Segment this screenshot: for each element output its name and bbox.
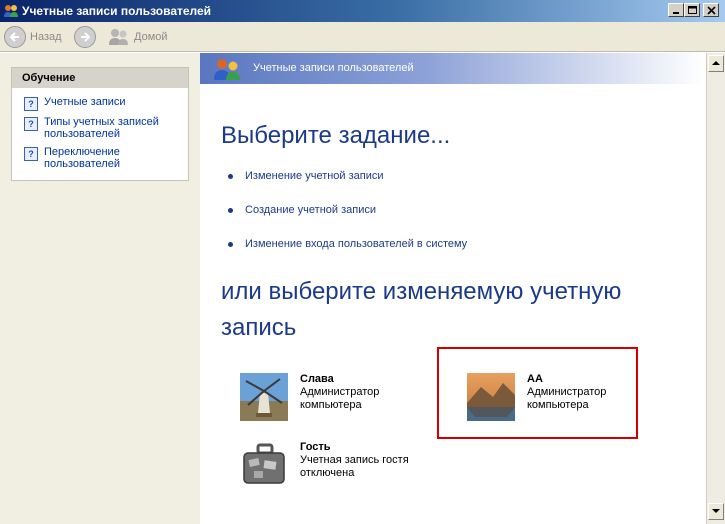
banner-title: Учетные записи пользователей (253, 62, 414, 74)
sidebar-item-account-types[interactable]: ? Типы учетных записей пользователей (24, 116, 172, 140)
vertical-scrollbar[interactable] (706, 53, 725, 524)
account-guest[interactable]: Гость Учетная запись гостя отключена (240, 441, 430, 491)
forward-arrow-icon (74, 26, 96, 48)
user-accounts-icon (214, 59, 240, 80)
back-arrow-icon (4, 26, 26, 48)
task-create-account[interactable]: Создание учетной записи (228, 204, 376, 216)
bullet-icon (228, 241, 233, 247)
learn-about-header: Обучение (12, 68, 188, 88)
pick-task-heading: Выберите задание... (221, 122, 451, 149)
bullet-icon (228, 173, 233, 179)
sidebar-item-label: Типы учетных записей пользователей (44, 116, 159, 140)
left-task-pane: Обучение ? Учетные записи ? Типы учетных… (0, 53, 200, 524)
navigation-toolbar: Назад Домой (0, 22, 725, 52)
pick-account-heading: или выберите изменяемую учетную запись (221, 278, 622, 341)
account-name: Слава (300, 373, 334, 385)
sidebar-item-label: Учетные записи (44, 96, 126, 108)
close-icon (707, 6, 716, 15)
maximize-icon (688, 6, 697, 14)
back-label: Назад (30, 31, 62, 43)
windmill-icon (240, 373, 288, 421)
back-button[interactable]: Назад (4, 25, 62, 49)
help-icon: ? (24, 117, 38, 131)
user-accounts-icon (4, 5, 18, 17)
section-banner: Учетные записи пользователей (200, 53, 705, 84)
forward-button[interactable] (74, 25, 100, 49)
help-icon: ? (24, 97, 38, 111)
sidebar-item-user-accounts[interactable]: ? Учетные записи (24, 96, 172, 111)
account-slava[interactable]: Слава Администратор компьютера (240, 373, 430, 423)
account-description: Учетная запись гостя отключена (300, 454, 409, 479)
arrow-up-icon (712, 61, 720, 65)
minimize-button[interactable] (668, 3, 684, 17)
account-name: Гость (300, 441, 331, 453)
home-label: Домой (134, 31, 168, 43)
sidebar-item-label: Переключение пользователей (44, 146, 120, 170)
task-change-account[interactable]: Изменение учетной записи (228, 170, 384, 182)
help-icon: ? (24, 147, 38, 161)
account-description: Администратор компьютера (300, 386, 380, 411)
sidebar-item-switch-users[interactable]: ? Переключение пользователей (24, 146, 172, 170)
bullet-icon (228, 207, 233, 213)
title-bar: Учетные записи пользователей (0, 0, 725, 22)
scroll-down-button[interactable] (708, 503, 724, 520)
learn-about-panel: Обучение ? Учетные записи ? Типы учетных… (11, 67, 189, 181)
maximize-button[interactable] (684, 3, 700, 17)
account-highlight-box (437, 347, 638, 439)
minimize-icon (673, 12, 679, 14)
scroll-up-button[interactable] (708, 55, 724, 72)
task-label: Изменение входа пользователей в систему (245, 238, 468, 250)
close-button[interactable] (703, 3, 719, 17)
task-label: Изменение учетной записи (245, 170, 384, 182)
home-button[interactable]: Домой (108, 25, 168, 49)
window-title: Учетные записи пользователей (22, 4, 212, 18)
task-change-logon[interactable]: Изменение входа пользователей в систему (228, 238, 467, 250)
suitcase-icon (243, 443, 285, 484)
home-users-icon (109, 29, 128, 45)
arrow-down-icon (712, 509, 720, 513)
task-label: Создание учетной записи (245, 204, 376, 216)
